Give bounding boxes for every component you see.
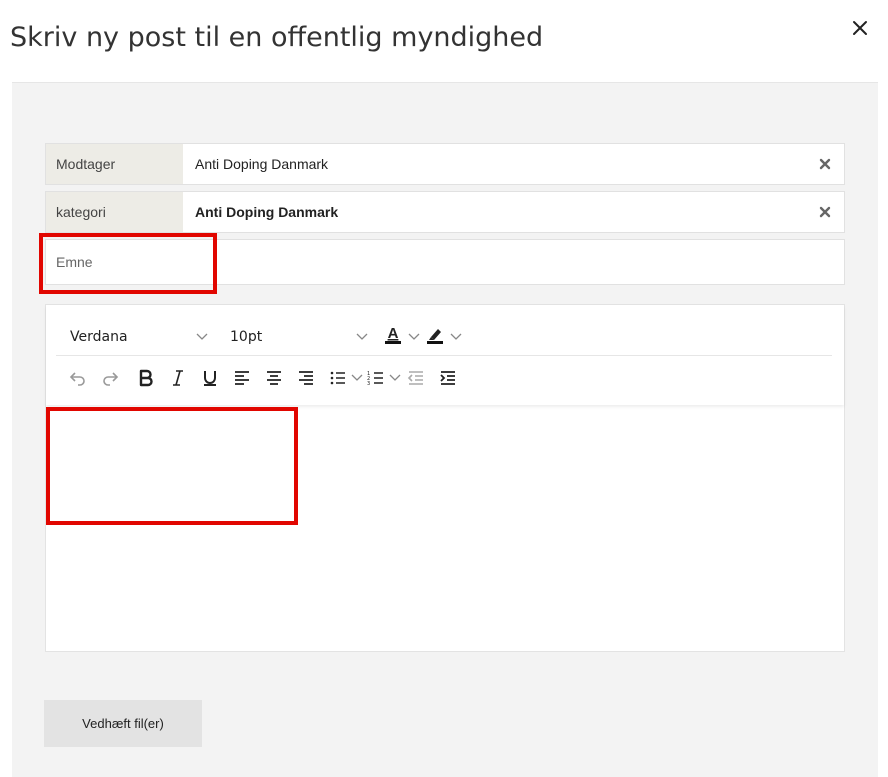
attach-files-button[interactable]: Vedhæft fil(er) [44, 700, 202, 747]
text-color-chevron-down-icon[interactable] [408, 333, 420, 341]
svg-text:3: 3 [367, 381, 370, 387]
subject-input[interactable] [46, 240, 844, 284]
compose-panel: Modtager Anti Doping Danmark kategori An… [12, 82, 878, 777]
text-color-icon[interactable]: A [382, 324, 402, 344]
indent-icon[interactable] [438, 368, 458, 388]
align-left-icon[interactable] [232, 368, 252, 388]
highlight-color-icon[interactable] [424, 324, 444, 344]
font-size-select[interactable]: 10pt [230, 329, 262, 345]
outdent-icon[interactable] [406, 368, 426, 388]
clear-category-icon[interactable] [818, 205, 832, 219]
category-value[interactable]: Anti Doping Danmark [195, 192, 804, 232]
close-icon [852, 20, 868, 36]
bullet-list-chevron-down-icon[interactable] [351, 374, 363, 382]
recipient-label: Modtager [46, 144, 183, 184]
underline-icon[interactable] [200, 368, 220, 388]
clear-recipient-icon[interactable] [818, 157, 832, 171]
align-right-icon[interactable] [296, 368, 316, 388]
close-button[interactable] [846, 14, 874, 42]
font-family-select[interactable]: Verdana [70, 329, 128, 345]
toolbar-row-actions: 123 [56, 357, 832, 399]
redo-icon[interactable] [100, 368, 120, 388]
highlight-chevron-down-icon[interactable] [450, 333, 462, 341]
category-label: kategori [46, 192, 183, 232]
toolbar-row-format: Verdana 10pt A [56, 315, 832, 356]
numbered-list-chevron-down-icon[interactable] [389, 374, 401, 382]
category-field: kategori Anti Doping Danmark [45, 191, 845, 233]
numbered-list-icon[interactable]: 123 [366, 368, 386, 388]
message-editor: Verdana 10pt A 1 2 3 [45, 304, 845, 652]
font-size-chevron-down-icon[interactable] [356, 333, 368, 341]
italic-icon[interactable] [168, 368, 188, 388]
font-family-chevron-down-icon[interactable] [196, 333, 208, 341]
editor-toolbar: Verdana 10pt A 1 2 3 [46, 305, 844, 405]
recipient-field: Modtager Anti Doping Danmark [45, 143, 845, 185]
subject-field [45, 239, 845, 285]
bullet-list-icon[interactable] [328, 368, 348, 388]
message-body-area[interactable] [46, 405, 844, 651]
dialog-title: Skriv ny post til en offentlig myndighed [10, 22, 544, 53]
undo-icon[interactable] [68, 368, 88, 388]
text-color-letter: A [388, 325, 399, 342]
bold-icon[interactable] [136, 368, 156, 388]
recipient-value[interactable]: Anti Doping Danmark [195, 144, 804, 184]
align-center-icon[interactable] [264, 368, 284, 388]
